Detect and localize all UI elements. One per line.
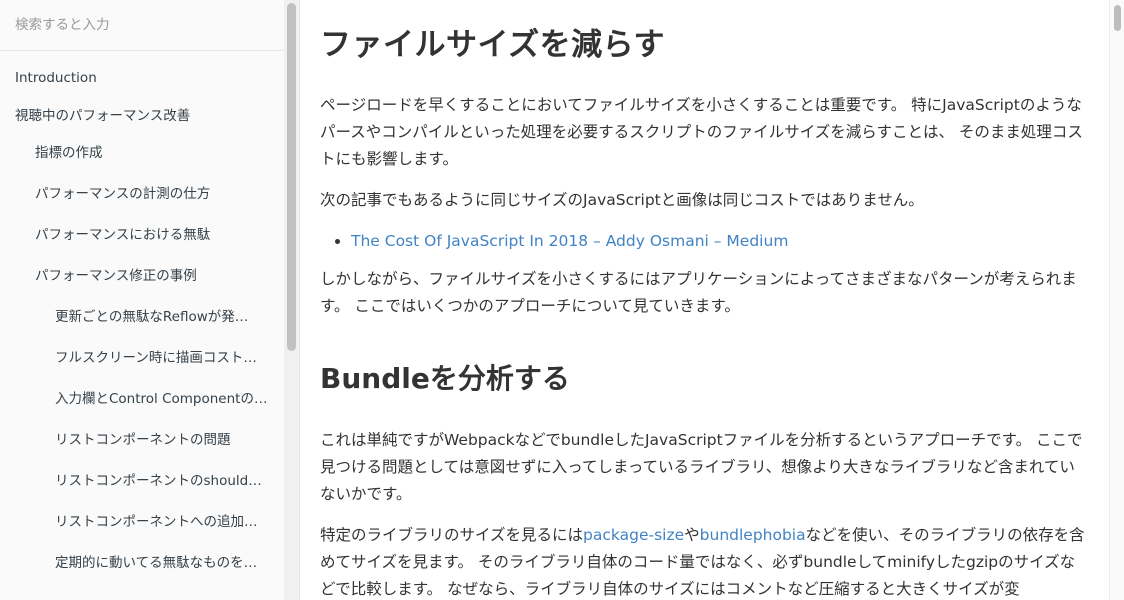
sidebar-item-case-studies[interactable]: パフォーマンス修正の事例 [0, 256, 284, 297]
sidebar-item-periodic[interactable]: 定期的に動いてる無駄なものを… [0, 543, 284, 584]
list-item: The Cost Of JavaScript In 2018 – Addy Os… [351, 228, 1090, 255]
main-content: ファイルサイズを減らす ページロードを早くすることにおいてファイルサイズを小さく… [300, 0, 1110, 600]
page-title: ファイルサイズを減らす [320, 27, 665, 63]
sidebar-scrollbar[interactable] [284, 0, 299, 600]
paragraph: ページロードを早くすることにおいてファイルサイズを小さくすることは重要です。 特… [320, 96, 1083, 169]
paragraph: 特定のライブラリのサイズを見るにはpackage-sizeやbundlephob… [320, 522, 1090, 600]
paragraph: 次の記事でもあるように同じサイズのJavaScriptと画像は同じコストではあり… [320, 191, 924, 210]
bundlephobia-link[interactable]: bundlephobia [700, 526, 806, 544]
article: ファイルサイズを減らす ページロードを早くすることにおいてファイルサイズを小さく… [300, 27, 1110, 600]
paragraph: しかしながら、ファイルサイズを小さくするにはアプリケーションによってさまざまなパ… [320, 270, 1077, 316]
cost-of-javascript-link[interactable]: The Cost Of JavaScript In 2018 – Addy Os… [351, 232, 788, 250]
sidebar-item-metrics[interactable]: 指標の作成 [0, 133, 284, 174]
sidebar-item-waste[interactable]: パフォーマンスにおける無駄 [0, 215, 284, 256]
sidebar-item-list-add[interactable]: リストコンポーネントへの追加… [0, 502, 284, 543]
sidebar-item-list-problem[interactable]: リストコンポーネントの問題 [0, 420, 284, 461]
paragraph-text: や [684, 525, 700, 544]
paragraph: これは単純ですがWebpackなどでbundleしたJavaScriptファイル… [320, 430, 1083, 503]
sidebar-item-fullscreen[interactable]: フルスクリーン時に描画コスト… [0, 338, 284, 379]
package-size-link[interactable]: package-size [583, 526, 684, 544]
toc-nav: Introduction 視聴中のパフォーマンス改善 指標の作成 パフォーマンス… [0, 58, 284, 584]
section-heading: Bundleを分析する [320, 362, 570, 396]
sidebar-item-control-component[interactable]: 入力欄とControl Componentの… [0, 379, 284, 420]
sidebar-item-performance-improvement[interactable]: 視聴中のパフォーマンス改善 [0, 96, 284, 134]
sidebar-item-list-should[interactable]: リストコンポーネントのshould… [0, 461, 284, 502]
sidebar-item-introduction[interactable]: Introduction [0, 58, 284, 96]
main-scrollbar-thumb[interactable] [1114, 5, 1121, 31]
sidebar-item-reflow[interactable]: 更新ごとの無駄なReflowが発… [0, 297, 284, 338]
search-input[interactable] [0, 0, 284, 50]
link-list: The Cost Of JavaScript In 2018 – Addy Os… [320, 228, 1090, 255]
paragraph-text: 特定のライブラリのサイズを見るには [320, 525, 584, 544]
main-scrollbar[interactable] [1109, 0, 1124, 600]
search-box [0, 0, 284, 51]
sidebar-item-measurement[interactable]: パフォーマンスの計測の仕方 [0, 174, 284, 215]
sidebar-scrollbar-thumb[interactable] [287, 3, 296, 351]
sidebar: Introduction 視聴中のパフォーマンス改善 指標の作成 パフォーマンス… [0, 0, 300, 600]
